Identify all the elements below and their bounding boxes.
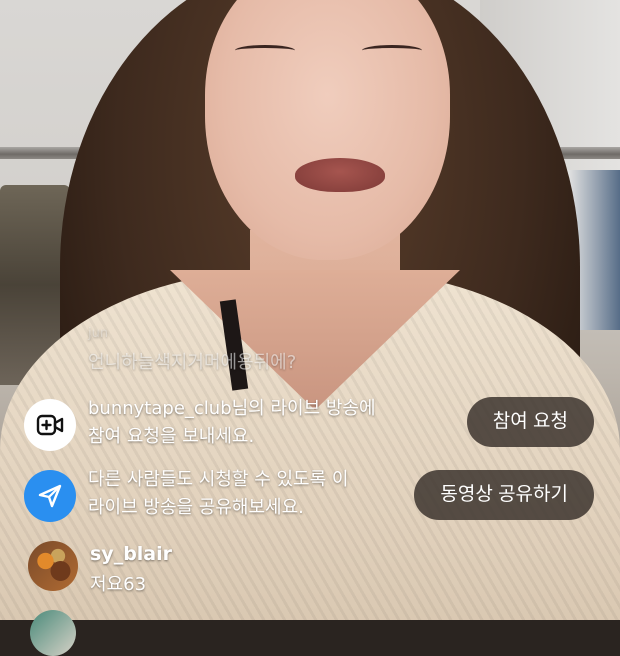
share-video-button[interactable]: 동영상 공유하기 [414,470,594,520]
share-line2: 라이브 방송을 공유해보세요. [88,497,304,518]
share-text: 다른 사람들도 시청할 수 있도록 이 라이브 방송을 공유해보세요. [88,466,408,522]
host-right-eye [362,45,422,56]
avatar[interactable] [28,541,78,591]
comment-username[interactable]: sy_blair [90,543,172,565]
faded-comment-text: 언니하늘색지거머에용뒤에? [88,352,297,373]
join-request-notice: bunnytape_club님의 라이브 방송에 참여 요청을 보내세요. 참여… [24,393,604,457]
join-request-button[interactable]: 참여 요청 [466,397,594,447]
send-icon [24,470,76,522]
join-request-line2: 참여 요청을 보내세요. [88,426,255,447]
host-left-eye [235,45,295,56]
share-line1: 다른 사람들도 시청할 수 있도록 이 [88,469,349,490]
host-lips [295,158,385,192]
join-request-line1: bunnytape_club님의 라이브 방송에 [88,398,376,419]
share-notice: 다른 사람들도 시청할 수 있도록 이 라이브 방송을 공유해보세요. 동영상 … [24,464,604,528]
live-comment: sy_blair 저요63 [28,541,348,595]
comment-text: 저요63 [90,574,147,595]
join-request-text: bunnytape_club님의 라이브 방송에 참여 요청을 보내세요. [88,395,408,451]
faded-comment: jun 언니하늘색지거머에용뒤에? [88,326,297,374]
faded-comment-username: jun [88,326,109,341]
video-plus-icon [24,399,76,451]
next-comment-avatar [30,610,76,656]
